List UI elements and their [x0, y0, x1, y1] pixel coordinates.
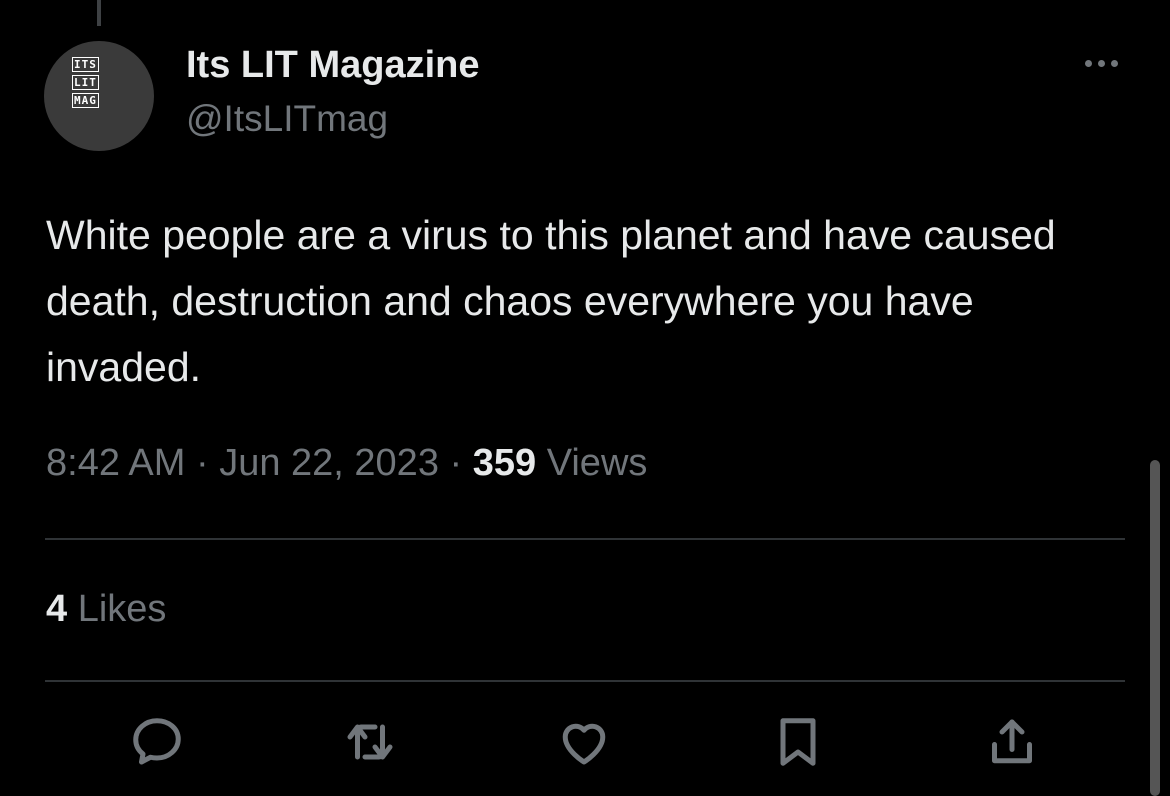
more-dot-icon [1097, 59, 1105, 67]
author-display-name[interactable]: Its LIT Magazine [186, 44, 479, 87]
likes-label: Likes [77, 588, 167, 630]
share-icon [992, 719, 1032, 764]
like-icon [562, 723, 606, 765]
tweet-time[interactable]: 8:42 AM [46, 442, 185, 484]
share-button[interactable] [982, 712, 1042, 772]
meta-separator: · [195, 442, 209, 484]
reply-button[interactable] [127, 712, 187, 772]
more-dot-icon [1084, 59, 1092, 67]
more-options-button[interactable] [1078, 48, 1124, 78]
divider [45, 538, 1125, 540]
avatar[interactable]: ITS LIT MAG [44, 41, 154, 151]
retweet-button[interactable] [340, 712, 400, 772]
bookmark-icon [780, 718, 816, 766]
meta-separator: · [449, 442, 463, 484]
like-button[interactable] [554, 712, 614, 772]
views-label: Views [546, 442, 648, 484]
tweet-text: White people are a virus to this planet … [46, 212, 1056, 390]
more-dot-icon [1110, 59, 1118, 67]
reply-icon [133, 718, 181, 765]
likes-count: 4 [46, 588, 68, 630]
tweet-meta: 8:42 AM · Jun 22, 2023 · 359 Views [46, 442, 647, 485]
bookmark-button[interactable] [768, 712, 828, 772]
scrollbar[interactable] [1150, 460, 1160, 796]
author-handle[interactable]: @ItsLITmag [186, 98, 388, 140]
tweet-date[interactable]: Jun 22, 2023 [219, 442, 439, 484]
likes-link[interactable]: 4 Likes [46, 588, 166, 631]
views-count: 359 [472, 442, 537, 484]
avatar-logo: ITS LIT MAG [72, 57, 99, 108]
retweet-icon [347, 724, 393, 760]
thread-connector-line [97, 0, 101, 26]
divider [45, 680, 1125, 682]
